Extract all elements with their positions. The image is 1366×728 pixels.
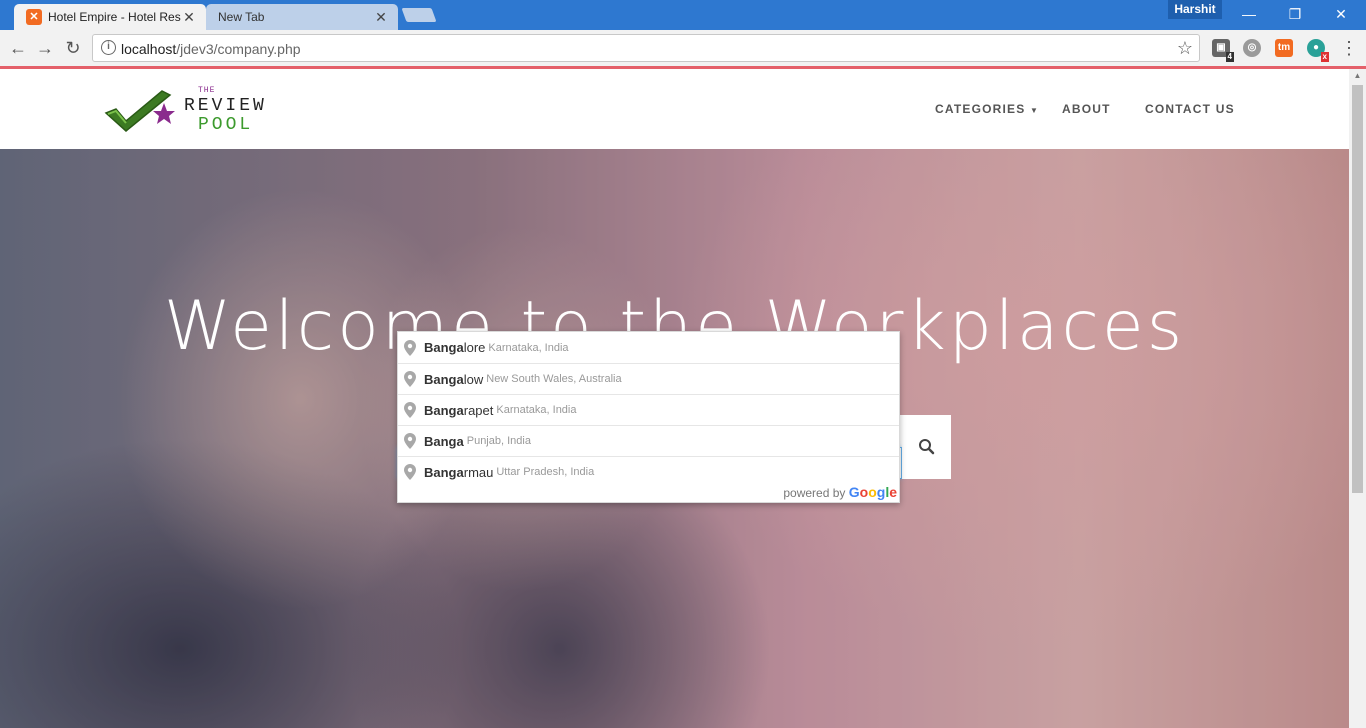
logo-review: REVIEW: [184, 96, 267, 116]
tab-title: Hotel Empire - Hotel Res: [48, 10, 181, 24]
autocomplete-secondary: Karnataka, India: [496, 404, 577, 416]
nav-categories[interactable]: CATEGORIES ▼: [935, 102, 1039, 116]
caret-down-icon: ▼: [1030, 106, 1040, 115]
tab-new-tab[interactable]: New Tab ✕: [206, 4, 398, 30]
chat-icon[interactable]: ● x: [1307, 39, 1329, 62]
powered-by-text: powered by: [783, 486, 846, 500]
autocomplete-item[interactable]: Bangarmau Uttar Pradesh, India: [398, 456, 899, 487]
address-bar[interactable]: i localhost/jdev3/company.php ☆: [92, 34, 1200, 62]
map-pin-icon: [404, 339, 416, 356]
autocomplete-item[interactable]: Bangalow New South Wales, Australia: [398, 363, 899, 394]
places-autocomplete-dropdown: Bangalore Karnataka, India Bangalow New …: [397, 331, 900, 503]
map-pin-icon: [404, 371, 416, 387]
extension-badge: x: [1320, 52, 1329, 62]
bookmark-star-icon[interactable]: ☆: [1177, 38, 1193, 59]
autocomplete-rest: low: [463, 371, 484, 387]
back-arrow-icon[interactable]: ←: [6, 36, 30, 60]
powered-by-google: powered by Google: [783, 484, 897, 500]
close-tab-icon[interactable]: ✕: [374, 9, 388, 26]
scrollbar-thumb[interactable]: [1352, 85, 1363, 493]
nav-contact-us[interactable]: CONTACT US: [1145, 102, 1235, 116]
url-text: localhost/jdev3/company.php: [121, 41, 301, 57]
extension-icon[interactable]: ▣ 4: [1212, 39, 1234, 62]
autocomplete-item[interactable]: Bangalore Karnataka, India: [398, 332, 899, 363]
tm-icon[interactable]: tm: [1275, 39, 1293, 57]
restore-button[interactable]: ❐: [1272, 0, 1318, 28]
autocomplete-secondary: New South Wales, Australia: [486, 373, 622, 385]
site-logo[interactable]: THE REVIEW POOL: [104, 85, 274, 135]
xampp-favicon-icon: ✕: [26, 9, 42, 25]
autocomplete-rest: lore: [463, 340, 486, 355]
new-tab-button[interactable]: [401, 8, 437, 22]
forward-arrow-icon[interactable]: →: [33, 36, 57, 60]
search-icon: [919, 439, 935, 455]
minimize-button[interactable]: —: [1226, 0, 1272, 28]
browser-toolbar: ← → ↻ i localhost/jdev3/company.php ☆ ▣ 4…: [0, 30, 1366, 66]
map-pin-icon: [404, 433, 416, 449]
google-logo: Google: [848, 484, 897, 500]
extension-icon[interactable]: ◎: [1243, 39, 1261, 57]
autocomplete-item[interactable]: Banga Punjab, India: [398, 425, 899, 456]
profile-badge[interactable]: Harshit: [1168, 0, 1222, 19]
autocomplete-primary: Bangalore: [424, 340, 485, 355]
url-path: /jdev3/company.php: [176, 41, 301, 57]
autocomplete-rest: rapet: [463, 402, 494, 418]
autocomplete-match: Banga: [424, 340, 464, 355]
browser-menu-icon[interactable]: ⋮: [1340, 38, 1358, 59]
tab-hotel-empire[interactable]: ✕ Hotel Empire - Hotel Res ✕: [14, 4, 206, 30]
scroll-up-arrow-icon[interactable]: ▲: [1349, 69, 1366, 83]
autocomplete-primary: Banga: [424, 434, 464, 449]
autocomplete-match: Banga: [424, 433, 464, 449]
info-icon[interactable]: i: [101, 40, 116, 55]
map-pin-icon: [404, 402, 416, 418]
autocomplete-item[interactable]: Bangarapet Karnataka, India: [398, 394, 899, 425]
autocomplete-secondary: Uttar Pradesh, India: [496, 466, 595, 478]
autocomplete-match: Banga: [424, 464, 464, 480]
logo-the: THE: [198, 86, 216, 95]
map-pin-icon: [404, 464, 416, 480]
close-tab-icon[interactable]: ✕: [182, 9, 196, 26]
autocomplete-match: Banga: [424, 402, 464, 418]
close-window-button[interactable]: ✕: [1318, 0, 1364, 28]
checkmark-star-icon: [104, 90, 175, 132]
autocomplete-primary: Bangalow: [424, 372, 483, 387]
tab-title: New Tab: [218, 10, 265, 24]
autocomplete-primary: Bangarmau: [424, 465, 493, 480]
page-scrollbar[interactable]: ▲: [1349, 69, 1366, 728]
search-button[interactable]: [902, 415, 951, 479]
autocomplete-primary: Bangarapet: [424, 403, 493, 418]
autocomplete-rest: rmau: [463, 464, 494, 480]
browser-tab-bar: ✕ Hotel Empire - Hotel Res ✕ New Tab ✕ H…: [0, 0, 1366, 30]
site-header: THE REVIEW POOL CATEGORIES ▼ ABOUT CONTA…: [0, 69, 1349, 149]
autocomplete-secondary: Punjab, India: [466, 435, 531, 447]
autocomplete-match: Banga: [424, 371, 464, 387]
logo-pool: POOL: [198, 115, 254, 135]
nav-categories-label: CATEGORIES: [935, 102, 1026, 116]
url-host: localhost: [121, 41, 177, 57]
reload-icon[interactable]: ↻: [61, 36, 85, 60]
extension-badge: 4: [1225, 52, 1234, 62]
nav-about[interactable]: ABOUT: [1062, 102, 1111, 116]
autocomplete-secondary: Karnataka, India: [488, 341, 569, 354]
